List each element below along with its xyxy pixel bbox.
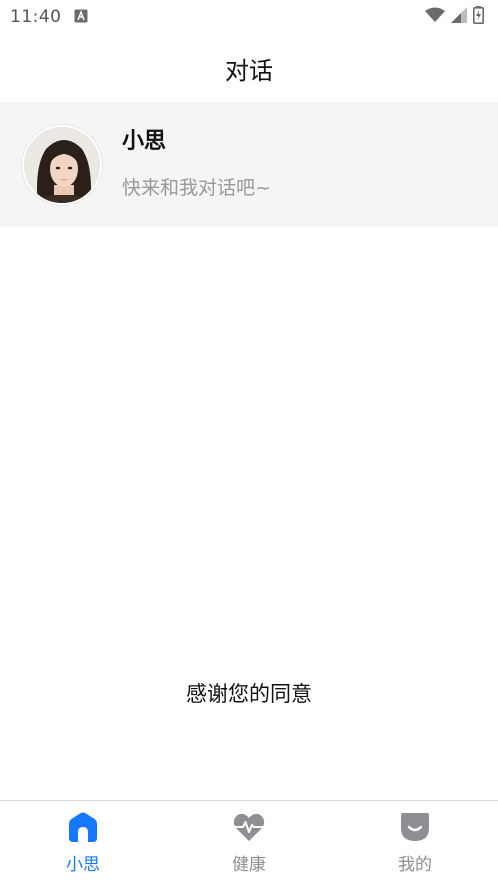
- wifi-icon: [425, 7, 445, 27]
- status-left: 11:40: [10, 7, 88, 27]
- conversation-name: 小思: [122, 129, 167, 154]
- status-bar: 11:40: [0, 0, 498, 34]
- avatar: [22, 124, 102, 205]
- conversation-text: 小思 快来和我对话吧~: [122, 129, 271, 200]
- status-right: [425, 6, 484, 28]
- nav-label-health: 健康: [232, 855, 266, 875]
- heart-pulse-icon: [232, 810, 266, 844]
- nav-label-xiaosi: 小思: [66, 855, 100, 875]
- nav-item-health[interactable]: 健康: [166, 801, 332, 887]
- consent-message: 感谢您的同意: [186, 682, 312, 706]
- smile-badge-icon: [398, 810, 432, 844]
- conversation-preview: 快来和我对话吧~: [122, 177, 271, 199]
- app-screen: 11:40 对话 小思 快来和我对话吧~ 感谢您的同意 小思 健康 我的: [0, 0, 498, 887]
- a-notification-icon: [74, 8, 88, 27]
- home-icon: [66, 810, 100, 844]
- page-title: 对话: [225, 56, 273, 85]
- nav-item-mine[interactable]: 我的: [332, 801, 498, 887]
- app-header: 对话: [0, 34, 498, 102]
- nav-item-xiaosi[interactable]: 小思: [0, 801, 166, 887]
- conversation-item[interactable]: 小思 快来和我对话吧~: [0, 102, 498, 227]
- status-time: 11:40: [10, 7, 62, 27]
- bottom-nav: 小思 健康 我的: [0, 800, 498, 887]
- signal-icon: [451, 7, 467, 27]
- battery-charging-icon: [473, 6, 484, 28]
- nav-label-mine: 我的: [398, 855, 432, 875]
